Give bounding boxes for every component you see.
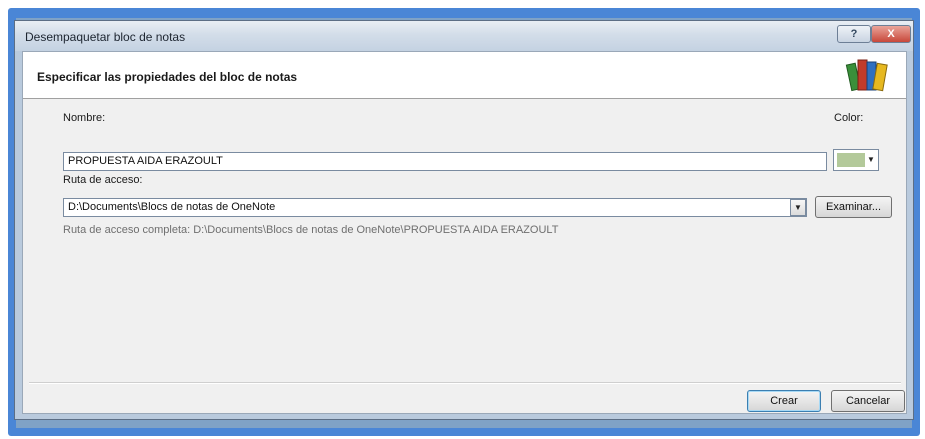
header-band: Especificar las propiedades del bloc de … xyxy=(23,52,906,99)
color-picker[interactable]: ▼ xyxy=(833,149,879,171)
create-button[interactable]: Crear xyxy=(747,390,821,412)
footer-divider-highlight xyxy=(29,383,901,384)
header-title: Especificar las propiedades del bloc de … xyxy=(37,70,298,84)
cancel-button[interactable]: Cancelar xyxy=(831,390,905,412)
full-path-text: Ruta de acceso completa: D:\Documents\Bl… xyxy=(63,224,559,236)
close-button[interactable]: X xyxy=(871,25,911,43)
color-swatch xyxy=(837,153,865,167)
unpack-notebook-dialog: Desempaquetar bloc de notas ? X Especifi… xyxy=(14,20,914,420)
window-title: Desempaquetar bloc de notas xyxy=(25,30,186,44)
browse-button[interactable]: Examinar... xyxy=(815,196,892,218)
chevron-down-icon[interactable]: ▼ xyxy=(790,199,806,216)
onenote-notebooks-icon xyxy=(845,59,888,92)
name-input[interactable]: PROPUESTA AIDA ERAZOULT xyxy=(63,152,827,171)
help-button[interactable]: ? xyxy=(837,25,871,43)
path-combobox[interactable]: D:\Documents\Blocs de notas de OneNote xyxy=(63,198,807,217)
dialog-body: Especificar las propiedades del bloc de … xyxy=(22,51,907,414)
path-label: Ruta de acceso: xyxy=(63,174,143,186)
color-label: Color: xyxy=(834,112,864,124)
chevron-down-icon[interactable]: ▼ xyxy=(866,153,876,167)
title-bar[interactable]: Desempaquetar bloc de notas ? X xyxy=(15,21,913,51)
name-label: Nombre: xyxy=(63,112,106,124)
